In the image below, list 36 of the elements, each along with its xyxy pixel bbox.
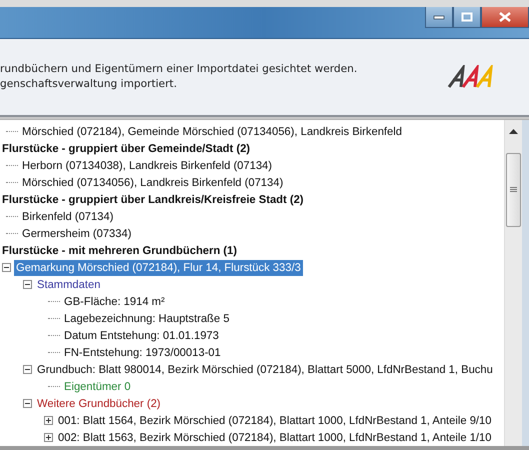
collapse-icon[interactable]: [2, 263, 11, 272]
tree-item[interactable]: Lagebezeichnung: Hauptstraße 5: [62, 310, 232, 326]
scrollbar[interactable]: [504, 120, 522, 446]
close-button[interactable]: [481, 7, 529, 28]
tree-item[interactable]: GB-Fläche: 1914 m²: [62, 294, 167, 310]
tree-item[interactable]: Weitere Grundbücher (2): [35, 396, 163, 412]
tree-item[interactable]: FN-Entstehung: 1973/00013-01: [62, 344, 223, 360]
scroll-up-icon[interactable]: [509, 128, 518, 134]
expand-icon[interactable]: [44, 416, 53, 425]
tree-item[interactable]: Germersheim (07334): [20, 226, 134, 242]
expand-icon[interactable]: [44, 433, 53, 442]
tree-item[interactable]: Birkenfeld (07134): [20, 208, 116, 224]
description-text: genschaftsverwaltung importiert.: [0, 77, 178, 92]
minimize-icon: [433, 14, 445, 20]
minimize-button[interactable]: [425, 7, 453, 28]
tree-item[interactable]: 002: Blatt 1563, Bezirk Mörschied (072184), Blattart 1000, LfdNrBestand 1, Anteile 1/10: [56, 430, 494, 446]
description-text: rundbüchern und Eigentümern einer Importdatei gesichtet werden.: [0, 62, 358, 77]
tree-item[interactable]: 001: Blatt 1564, Bezirk Mörschied (072184), Blattart 1000, LfdNrBestand 1, Anteile 9/10: [56, 412, 494, 428]
tree-item[interactable]: Grundbuch: Blatt 980014, Bezirk Mörschied (072184), Blattart 5000, LfdNrBestand 1, Buchu: [35, 362, 495, 378]
tree-item[interactable]: Gemarkung Mörschied (072184), Flur 14, Flurstück 333/3: [14, 260, 303, 276]
close-icon: [499, 12, 511, 22]
group-heading[interactable]: Flurstücke - gruppiert über Gemeinde/Stadt (2): [0, 140, 252, 156]
tree-item[interactable]: Eigentümer 0: [62, 378, 133, 394]
maximize-button[interactable]: [453, 7, 481, 28]
tree-item[interactable]: Stammdaten: [35, 276, 102, 292]
tree-item[interactable]: Herborn (07134038), Landkreis Birkenfeld (07134): [20, 158, 274, 174]
collapse-icon[interactable]: [23, 280, 32, 289]
group-heading[interactable]: Flurstücke - mit mehreren Grundbüchern (1): [0, 242, 239, 258]
tree-item[interactable]: Datum Entstehung: 01.01.1973: [62, 328, 221, 344]
tree-item[interactable]: Mörschied (07134056), Landkreis Birkenfeld (07134): [20, 174, 286, 190]
scroll-thumb[interactable]: [506, 153, 521, 227]
group-heading[interactable]: Flurstücke - gruppiert über Landkreis/Kreisfreie Stadt (2): [0, 192, 306, 208]
tree-item[interactable]: Mörschied (072184), Gemeinde Mörschied (07134056), Landkreis Birkenfeld: [20, 124, 404, 140]
maximize-icon: [461, 12, 473, 22]
collapse-icon[interactable]: [23, 365, 32, 374]
collapse-icon[interactable]: [23, 399, 32, 408]
